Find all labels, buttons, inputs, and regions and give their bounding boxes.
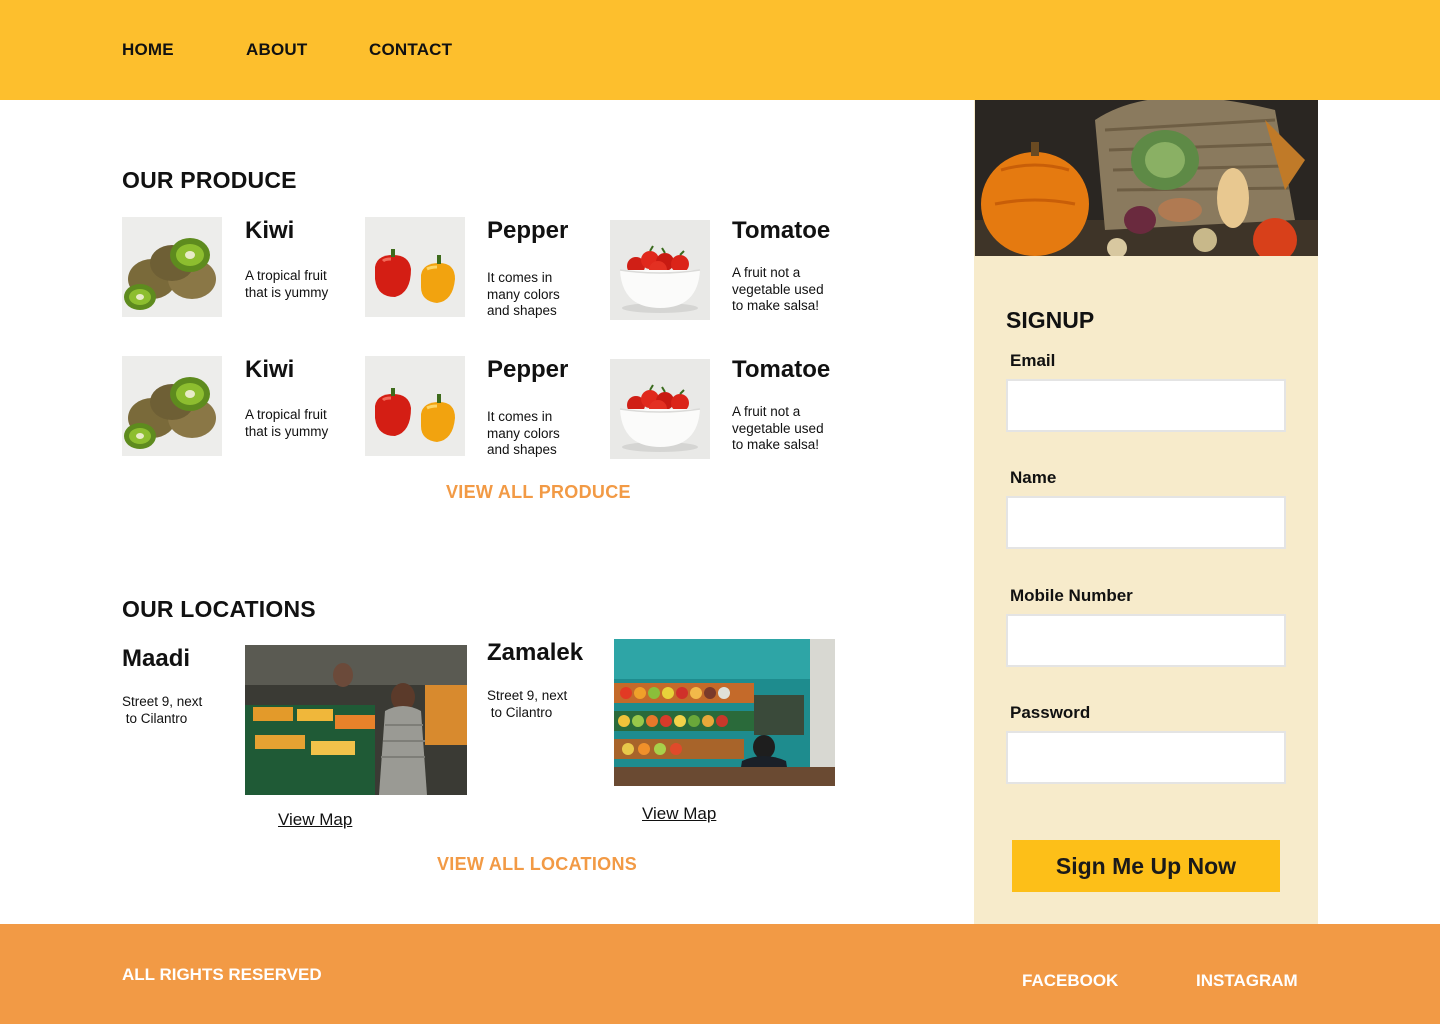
produce-shop-photo: [614, 639, 835, 786]
produce-description: A fruit not a vegetable used to make sal…: [732, 265, 824, 313]
kiwi-image: [122, 356, 222, 456]
view-map-link-zamalek[interactable]: View Map: [642, 804, 716, 824]
produce-description: It comes in many colors and shapes: [487, 270, 560, 318]
view-map-link-maadi[interactable]: View Map: [278, 810, 352, 830]
produce-section-title: OUR PRODUCE: [122, 167, 297, 193]
locations-section-title: OUR LOCATIONS: [122, 596, 316, 622]
tomato-bowl-image: [610, 220, 710, 320]
pepper-image: [365, 217, 465, 317]
produce-name: Tomatoe: [732, 217, 831, 244]
nav-about-link[interactable]: ABOUT: [246, 40, 307, 60]
produce-name: Pepper: [487, 217, 569, 244]
sign-me-up-button[interactable]: Sign Me Up Now: [1012, 840, 1280, 892]
pepper-image: [365, 356, 465, 456]
produce-name: Tomatoe: [732, 356, 831, 383]
produce-name: Kiwi: [245, 217, 295, 244]
nav-contact-link[interactable]: CONTACT: [369, 40, 452, 60]
email-field[interactable]: [1006, 379, 1286, 432]
location-address: Street 9, next to Cilantro: [487, 688, 568, 720]
location-name-zamalek: Zamalek: [487, 639, 584, 666]
password-field[interactable]: [1006, 731, 1286, 784]
produce-description: A tropical fruit that is yummy: [245, 407, 329, 439]
copyright-text: ALL RIGHTS RESERVED: [122, 965, 322, 984]
password-label: Password: [1010, 703, 1091, 722]
nav-home-link[interactable]: HOME: [122, 40, 174, 60]
produce-description: It comes in many colors and shapes: [487, 409, 560, 457]
location-address: Street 9, next to Cilantro: [122, 694, 203, 726]
instagram-link[interactable]: INSTAGRAM: [1196, 971, 1298, 991]
footer: ALL RIGHTS RESERVED FACEBOOK INSTAGRAM: [0, 924, 1440, 1024]
top-nav-bar: HOME ABOUT CONTACT: [0, 0, 1440, 100]
mobile-number-field[interactable]: [1006, 614, 1286, 667]
email-label: Email: [1010, 351, 1056, 370]
produce-name: Pepper: [487, 356, 569, 383]
market-stall-photo: [245, 645, 467, 795]
kiwi-image: [122, 217, 222, 317]
name-field[interactable]: [1006, 496, 1286, 549]
produce-name: Kiwi: [245, 356, 295, 383]
tomato-bowl-image: [610, 359, 710, 459]
location-name-maadi: Maadi: [122, 645, 191, 672]
view-all-locations-link[interactable]: VIEW ALL LOCATIONS: [437, 854, 637, 875]
mobile-number-label: Mobile Number: [1010, 586, 1133, 605]
facebook-link[interactable]: FACEBOOK: [1022, 971, 1118, 991]
produce-description: A tropical fruit that is yummy: [245, 268, 329, 300]
view-all-produce-link[interactable]: VIEW ALL PRODUCE: [446, 482, 631, 503]
signup-title: SIGNUP: [1006, 307, 1095, 333]
produce-description: A fruit not a vegetable used to make sal…: [732, 404, 824, 452]
vegetables-basket-image: [975, 100, 1318, 256]
name-label: Name: [1010, 468, 1057, 487]
